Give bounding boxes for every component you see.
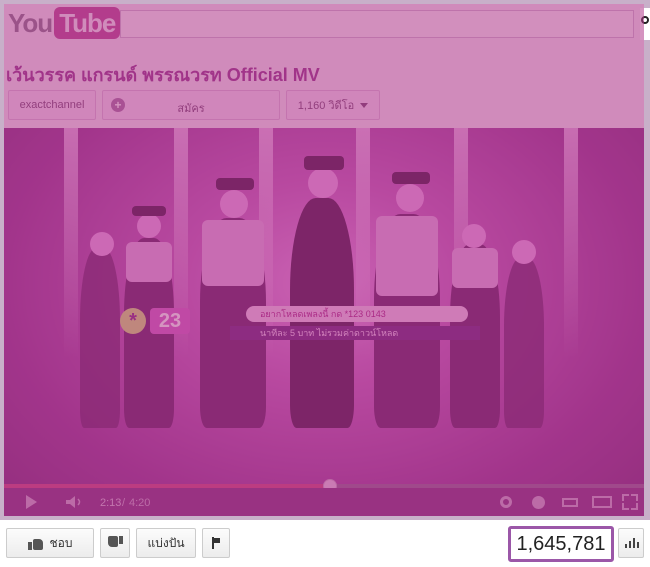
play-icon[interactable] <box>26 495 37 509</box>
dancer-shirt <box>202 220 264 286</box>
gear-icon[interactable] <box>500 496 512 508</box>
video-player[interactable]: * 23 อยากโหลดเพลงนี้ กด *123 0143 นาทีละ… <box>4 128 644 516</box>
fullscreen-icon[interactable] <box>622 494 638 510</box>
share-label: แบ่งปัน <box>147 535 185 550</box>
dancer-head <box>308 168 338 198</box>
current-time: 2:13 <box>100 497 122 509</box>
dancer-hat <box>216 178 254 190</box>
youtube-logo[interactable]: You Tube <box>8 7 121 39</box>
dancer-hat <box>132 206 166 216</box>
dancer-figure <box>504 258 544 428</box>
action-bar: ชอบ แบ่งปัน <box>6 528 230 558</box>
subscribe-button[interactable]: + สมัคร <box>102 90 280 120</box>
subscribe-label: สมัคร <box>177 103 205 115</box>
video-count-label: 1,160 วิดีโอ <box>297 100 355 112</box>
like-label: ชอบ <box>49 535 73 550</box>
volume-icon[interactable] <box>66 496 84 508</box>
dancer-head <box>396 184 424 212</box>
logo-tube-text: Tube <box>54 7 121 39</box>
asterisk-badge: * <box>120 308 146 334</box>
dancer-hat <box>392 172 430 184</box>
thumbs-up-icon <box>27 536 44 550</box>
dancer-head <box>90 232 114 256</box>
clock-icon[interactable] <box>532 496 545 509</box>
search-icon[interactable] <box>641 16 649 24</box>
channel-number-badge: 23 <box>150 308 190 334</box>
thumbs-down-icon <box>107 536 123 550</box>
flag-icon <box>211 537 221 549</box>
dancer-head <box>137 214 161 238</box>
total-time: 4:20 <box>129 497 151 509</box>
like-button[interactable]: ชอบ <box>6 528 94 558</box>
logo-you-text: You <box>8 7 53 38</box>
player-controls: 2:13 / 4:20 <box>4 488 644 516</box>
price-banner: นาทีละ 5 บาท ไม่รวมค่าดาวน์โหลด <box>230 326 480 340</box>
flag-button[interactable] <box>202 528 230 558</box>
dancer-shirt <box>126 242 172 282</box>
search-input[interactable] <box>120 10 634 38</box>
share-button[interactable]: แบ่งปัน <box>136 528 196 558</box>
time-separator: / <box>122 497 126 509</box>
dislike-button[interactable] <box>100 528 130 558</box>
dancer-shirt <box>376 216 438 296</box>
dancer-hat <box>304 156 344 170</box>
channel-name-link[interactable]: exactchannel <box>8 90 96 120</box>
large-player-icon[interactable] <box>592 496 612 508</box>
dancer-head <box>220 190 248 218</box>
video-title: เว้นวรรค แกรนด์ พรรณวรท Official MV <box>6 65 320 85</box>
dancer-figure <box>80 248 120 428</box>
search-button[interactable] <box>640 8 650 40</box>
view-count: 1,645,781 <box>508 526 614 562</box>
download-banner: อยากโหลดเพลงนี้ กด *123 0143 <box>246 306 468 322</box>
caret-down-icon <box>360 102 369 108</box>
dancer-head <box>462 224 486 248</box>
dancer-shirt <box>452 248 498 288</box>
channel-row: exactchannel + สมัคร 1,160 วิดีโอ <box>8 90 380 120</box>
video-count-dropdown[interactable]: 1,160 วิดีโอ <box>286 90 380 120</box>
stage-light <box>564 128 578 358</box>
stage-light <box>356 128 370 358</box>
small-player-icon[interactable] <box>562 498 578 507</box>
dancer-head <box>512 240 536 264</box>
stage-light <box>64 128 78 358</box>
stats-button[interactable] <box>618 528 644 558</box>
